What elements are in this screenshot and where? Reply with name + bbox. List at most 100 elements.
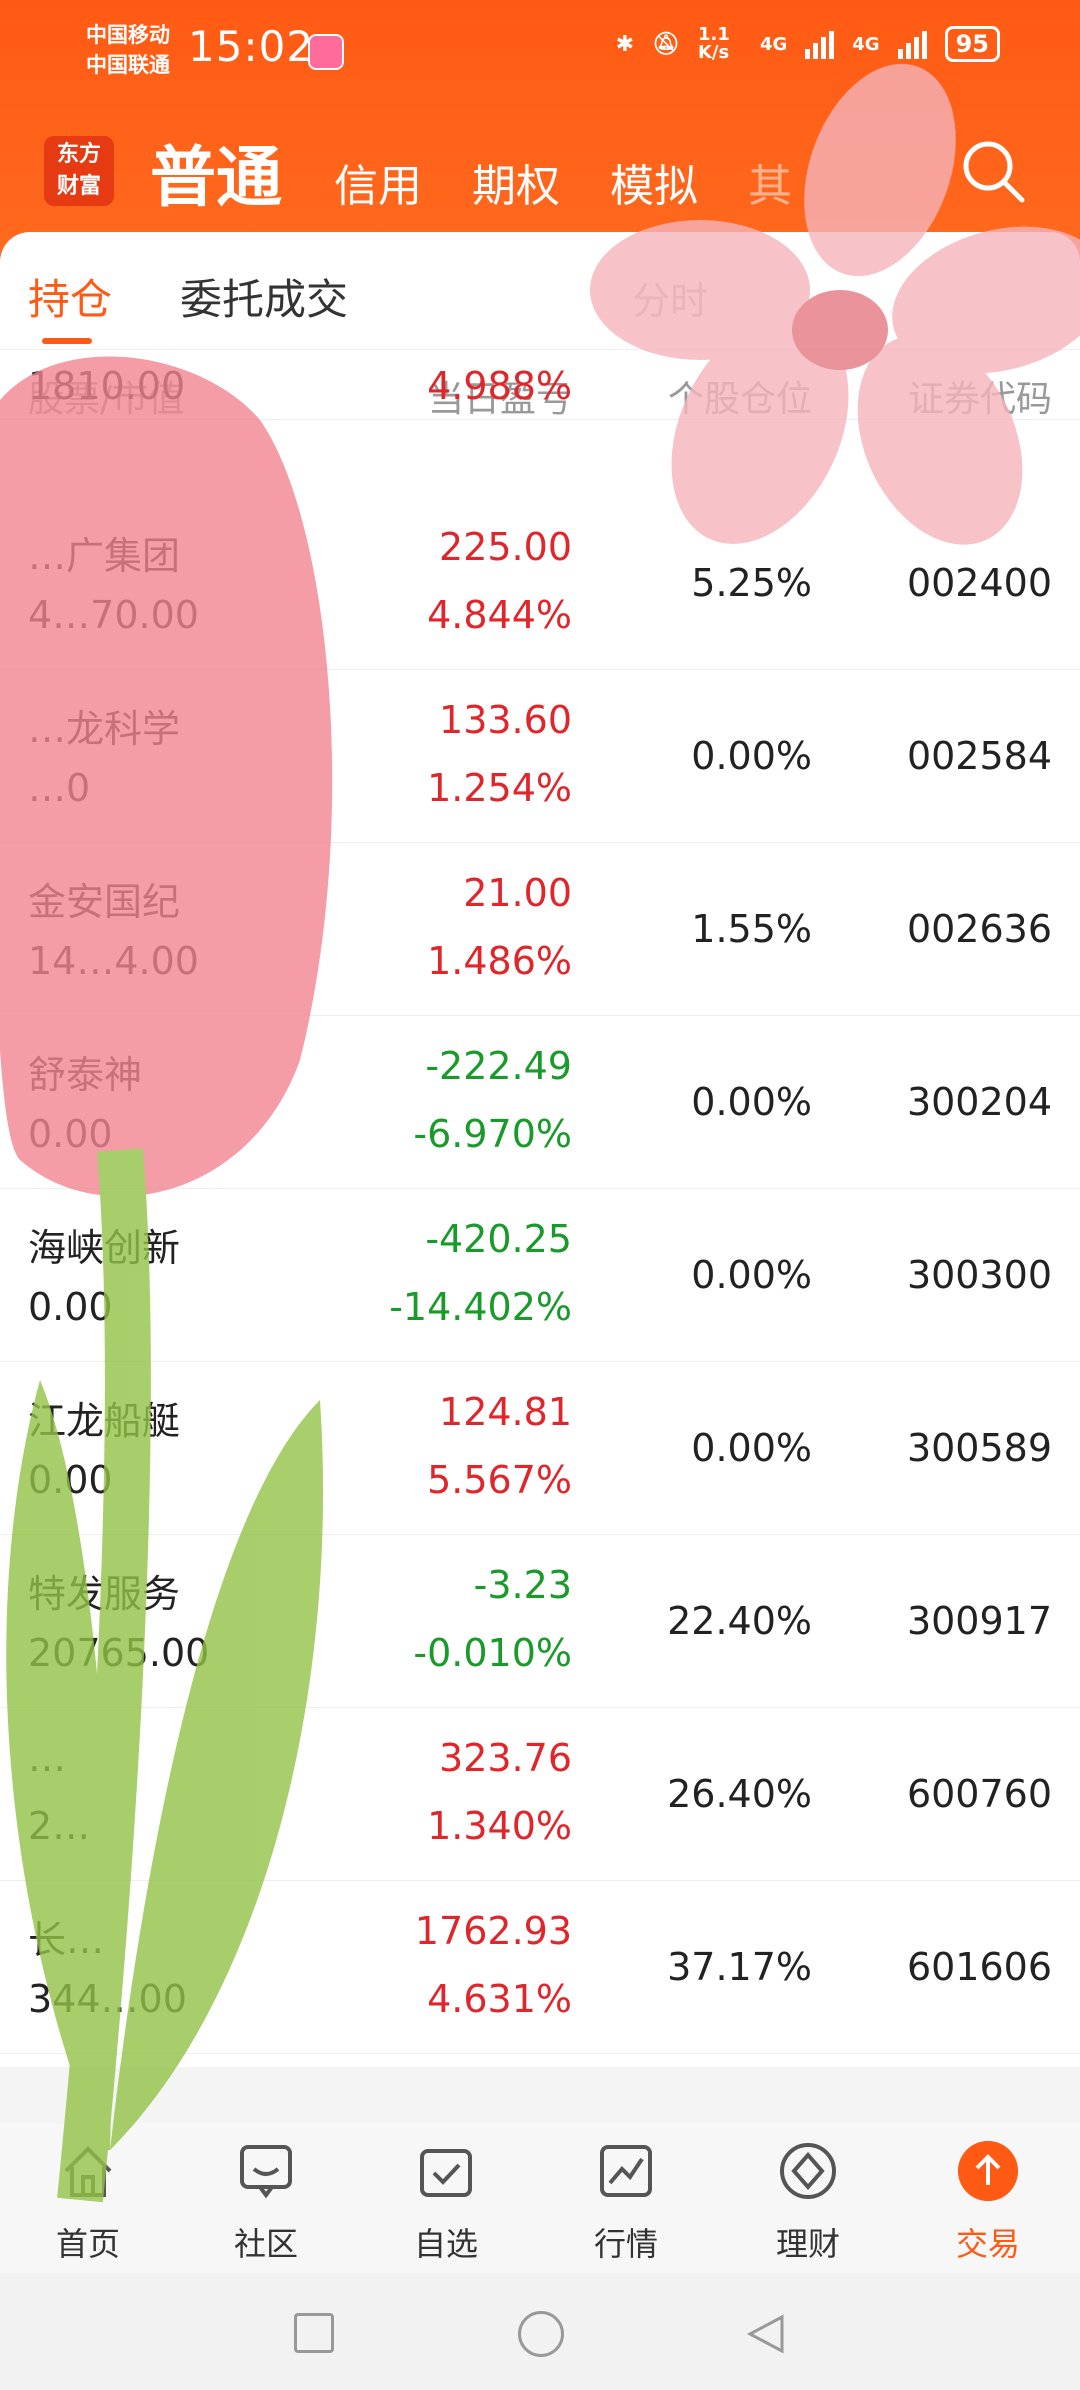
position-pct: 0.00%	[691, 1253, 812, 1297]
nav-community-label: 社区	[233, 2225, 298, 2263]
security-code: 601606	[906, 1945, 1052, 1989]
security-code: 002400	[906, 561, 1052, 605]
tab-partial[interactable]: 其	[748, 150, 792, 214]
daily-pl: 124.81	[439, 1390, 572, 1434]
market-value: 20765.00	[28, 1631, 210, 1675]
net-type-2: 4G	[852, 33, 880, 55]
daily-pl-pct: -14.402%	[389, 1285, 572, 1329]
sub-tabs: 持仓 委托成交 分时	[0, 232, 1080, 350]
table-row[interactable]: … 2… 323.76 1.340% 26.40% 600760	[0, 1708, 1080, 1881]
system-nav-bar	[0, 2273, 1080, 2390]
daily-pl-pct: 1.486%	[427, 939, 572, 983]
nav-trade-label: 交易	[955, 2225, 1020, 2263]
signal-icon-2	[897, 29, 927, 59]
chart-icon	[600, 2145, 652, 2197]
market-value: 0.00	[28, 1112, 113, 1156]
stock-name: 特发服务	[28, 1572, 181, 1616]
nav-home-label: 首页	[55, 2225, 120, 2263]
table-row[interactable]: 舒泰神 0.00 -222.49 -6.970% 0.00% 300204	[0, 1016, 1080, 1189]
daily-pl: 21.00	[463, 871, 572, 915]
table-row[interactable]: 金安国纪 14…4.00 21.00 1.486% 1.55% 002636	[0, 843, 1080, 1016]
app-logo: 东方 财富	[44, 136, 114, 206]
nav-market[interactable]: 行情	[566, 2141, 686, 2265]
carrier-2: 中国联通	[86, 53, 170, 77]
tab-holdings[interactable]: 持仓	[28, 266, 112, 327]
clock: 15:02	[188, 22, 315, 71]
table-row[interactable]: …广集团 4…70.00 225.00 4.844% 5.25% 002400	[0, 497, 1080, 670]
stock-name: 舒泰神	[28, 1053, 143, 1097]
up-arrow-icon	[958, 2141, 1018, 2201]
nav-home[interactable]: 首页	[28, 2141, 148, 2265]
nav-wealth[interactable]: 理财	[748, 2141, 868, 2265]
daily-pl: -3.23	[473, 1563, 572, 1607]
tab-simulation[interactable]: 模拟	[610, 150, 698, 214]
daily-pl: -420.25	[425, 1217, 572, 1261]
daily-pl-pct: 1.340%	[427, 1804, 572, 1848]
nav-watchlist[interactable]: 自选	[386, 2141, 506, 2265]
back-button[interactable]	[742, 2311, 788, 2357]
status-icons: ✱ 🔕︎ 1.1 K/s 4G 4G 95	[616, 26, 1000, 62]
daily-pl: 133.60	[439, 698, 572, 742]
security-code: 300589	[906, 1426, 1052, 1470]
stock-name: 江龙船艇	[28, 1399, 181, 1443]
nav-watchlist-label: 自选	[413, 2225, 478, 2263]
daily-pl: 323.76	[439, 1736, 572, 1780]
chat-icon	[240, 2145, 292, 2199]
daily-pl-pct: 4.844%	[427, 593, 572, 637]
table-row[interactable]: 江龙船艇 0.00 124.81 5.567% 0.00% 300589	[0, 1362, 1080, 1535]
positions-card: 持仓 委托成交 分时 股票/市值 当日盈亏 个股仓位 证券代码 1810.00 …	[0, 232, 1080, 2123]
security-code: 002584	[906, 734, 1052, 778]
table-row[interactable]: …龙科学 …0 133.60 1.254% 0.00% 002584	[0, 670, 1080, 843]
tab-normal[interactable]: 普通	[150, 124, 282, 220]
daily-pl: 225.00	[439, 525, 572, 569]
carrier-info: 中国移动 中国联通	[86, 20, 170, 80]
mute-icon: 🔕︎	[652, 31, 680, 57]
market-value: 14…4.00	[28, 939, 199, 983]
position-pct: 37.17%	[667, 1945, 812, 1989]
net-speed: 1.1 K/s	[697, 24, 730, 63]
position-pct: 0.00%	[691, 1426, 812, 1470]
table-row[interactable]: 长… 344…00 1762.93 4.631% 37.17% 601606	[0, 1881, 1080, 2054]
security-code: 002636	[906, 907, 1052, 951]
position-pct: 22.40%	[667, 1599, 812, 1643]
tab-orders-trades[interactable]: 委托成交	[180, 266, 348, 327]
status-bar: 中国移动 中国联通 15:02 ✱ 🔕︎ 1.1 K/s 4G 4G 95	[0, 0, 1080, 110]
bottom-nav: 首页 社区 自选 行情 理财 交易	[0, 2123, 1080, 2273]
tab-credit[interactable]: 信用	[334, 150, 422, 214]
row-pl-pct: 4.988%	[427, 364, 572, 408]
nav-community[interactable]: 社区	[206, 2141, 326, 2265]
nav-trade[interactable]: 交易	[928, 2141, 1048, 2265]
stock-name: …广集团	[28, 534, 181, 578]
home-button[interactable]	[518, 2311, 564, 2357]
table-row[interactable]: 特发服务 20765.00 -3.23 -0.010% 22.40% 300917	[0, 1535, 1080, 1708]
app-header: 中国移动 中国联通 15:02 ✱ 🔕︎ 1.1 K/s 4G 4G 95 东方…	[0, 0, 1080, 262]
stock-name: 金安国纪	[28, 880, 181, 924]
stock-name: 海峡创新	[28, 1226, 181, 1270]
recents-button[interactable]	[294, 2313, 334, 2353]
app-bar: 东方 财富 普通 信用 期权 模拟 其	[0, 110, 1080, 240]
diamond-icon	[780, 2143, 836, 2199]
tab-timeshare[interactable]: 分时	[632, 270, 708, 325]
search-icon[interactable]	[960, 138, 1026, 204]
notification-app-icon	[308, 34, 344, 70]
security-code: 300917	[906, 1599, 1052, 1643]
position-pct: 5.25%	[691, 561, 812, 605]
stock-name: 长…	[28, 1918, 105, 1962]
security-code: 300300	[906, 1253, 1052, 1297]
nav-wealth-label: 理财	[775, 2225, 840, 2263]
tab-options[interactable]: 期权	[472, 150, 560, 214]
logo-line-2: 财富	[56, 174, 101, 199]
checkbox-icon	[420, 2149, 472, 2197]
market-value: 0.00	[28, 1458, 113, 1502]
carrier-1: 中国移动	[86, 23, 170, 47]
battery-icon: 95	[944, 26, 1000, 62]
daily-pl: 1762.93	[414, 1909, 572, 1953]
daily-pl-pct: -0.010%	[413, 1631, 572, 1675]
row-value: 1810.00	[28, 364, 186, 408]
stock-name: …	[28, 1736, 66, 1780]
table-row-partial[interactable]: 1810.00 4.988%	[0, 360, 1080, 420]
table-row[interactable]: 海峡创新 0.00 -420.25 -14.402% 0.00% 300300	[0, 1189, 1080, 1362]
market-value: 2…	[28, 1804, 91, 1848]
logo-line-1: 东方	[56, 142, 101, 167]
nav-market-label: 行情	[593, 2225, 658, 2263]
